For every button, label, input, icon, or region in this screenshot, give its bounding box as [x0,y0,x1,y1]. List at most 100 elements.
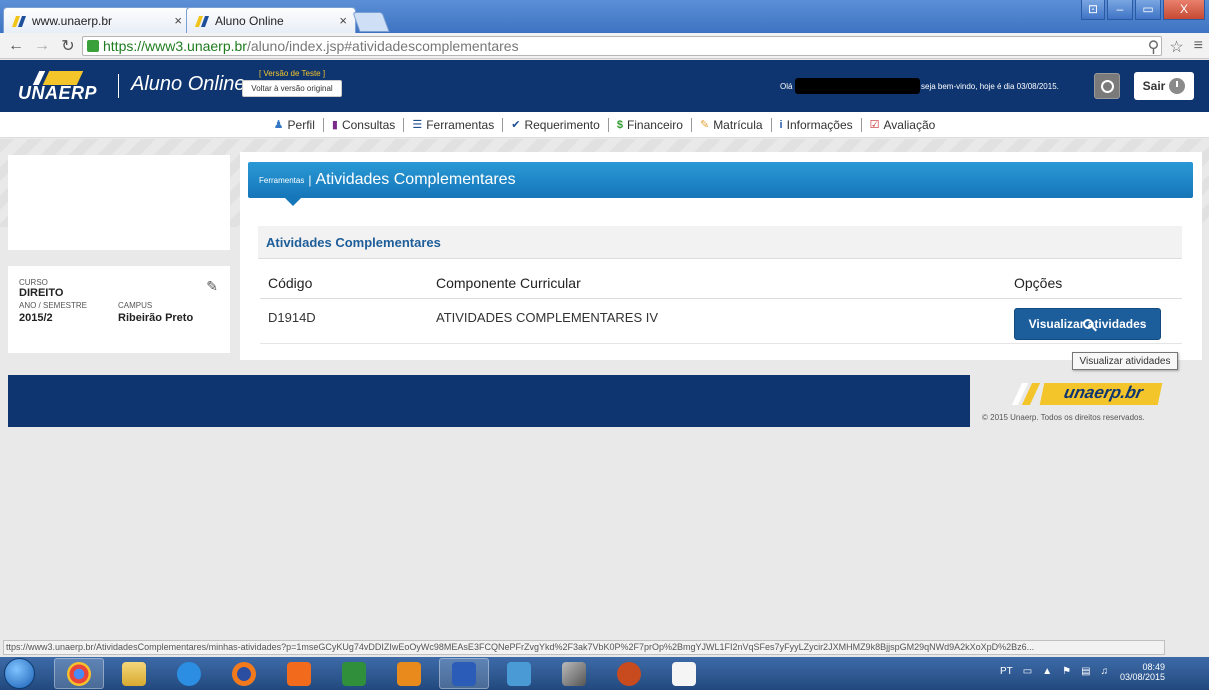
network-icon[interactable]: ▤ [1081,666,1090,677]
check-square-icon: ☑ [869,119,880,131]
page-title: Atividades Complementares [315,171,516,188]
tray-expand-icon[interactable]: ▲ [1042,666,1052,677]
close-window-icon[interactable]: X [1163,0,1205,20]
menu-item-ferramentas[interactable]: ☰ Ferramentas [404,118,502,132]
document-taskbar-icon[interactable] [659,658,709,689]
language-indicator[interactable]: PT [1000,666,1013,677]
browser-tab-unaerp[interactable]: www.unaerp.br × [3,7,191,33]
view-activities-label: Visualizar atividades [1028,317,1147,331]
title-arrow [285,198,301,206]
menu-label: Perfil [287,117,315,132]
lync-taskbar-icon[interactable] [494,658,544,689]
url-path: /aluno/index.jsp#atividadescomplementare… [246,38,519,54]
power-icon [1169,78,1186,94]
info-icon [1101,80,1114,93]
footer-logo-text: unaerp.br [1039,383,1163,405]
internet-explorer-taskbar-icon[interactable] [164,658,214,689]
section-heading: Atividades Complementares [258,226,1182,259]
edit-icon: ✎ [699,119,710,131]
info-icon: i [779,118,783,131]
minimize-icon[interactable]: – [1107,0,1133,20]
column-header-options: Opções [1014,275,1063,291]
user-icon[interactable]: ⊡ [1081,0,1105,20]
new-tab-button[interactable] [352,12,390,32]
clock[interactable]: 08:49 03/08/2015 [1120,662,1165,682]
breadcrumb-separator: | [308,173,312,187]
start-button[interactable] [4,658,35,689]
browser-tab-aluno-online[interactable]: Aluno Online × [186,7,356,33]
menu-item-perfil[interactable]: ♟ Perfil [266,118,323,132]
lock-icon [87,40,99,52]
welcome-text: seja bem-vindo, hoje é dia 03/08/2015. [921,82,1059,91]
bookmark-star-icon[interactable]: ☆ [1169,37,1183,57]
reload-icon[interactable]: ↻ [58,36,78,56]
redacted-username [795,78,920,94]
greeting: Olá [780,82,793,91]
status-url: ttps://www3.unaerp.br/AtividadesCompleme… [3,640,1165,655]
chrome-taskbar-icon[interactable] [54,658,104,689]
tooltip: Visualizar atividades [1072,352,1178,370]
menu-label: Requerimento [524,117,600,132]
back-arrow-icon[interactable]: ← [6,37,26,55]
extension-icon[interactable]: ⚲ [1148,37,1160,57]
tab-title: www.unaerp.br [32,13,113,28]
menu-icon[interactable]: ≡ [1194,37,1203,57]
user-icon: ♟ [273,119,284,131]
file-explorer-taskbar-icon[interactable] [109,658,159,689]
window-controls: ⊡ – ▭ X [1081,0,1205,20]
back-to-original-button[interactable]: Voltar à versão original [242,80,342,97]
main-menu: ♟ Perfil ▮ Consultas ☰ Ferramentas ✔ Requeri… [0,112,1209,138]
folder-icon: ▮ [331,119,338,131]
student-info-card: ✎ CURSO DIREITO ANO / SEMESTRE CAMPUS 20… [8,266,230,353]
menu-label: Matrícula [713,117,763,132]
word-taskbar-icon[interactable] [439,658,489,689]
flag-icon[interactable]: ⚑ [1062,666,1071,677]
address-bar[interactable]: https://www3.unaerp.br /aluno/index.jsp#… [82,36,1162,56]
test-version-label: [ Versão de Teste ] [258,69,326,78]
copyright: © 2015 Unaerp. Todos os direitos reserva… [982,413,1145,422]
footer-logo[interactable]: unaerp.br [1011,380,1163,406]
tab-title: Aluno Online [215,13,284,28]
tools-taskbar-icon[interactable] [549,658,599,689]
activities-panel: Ferramentas | Atividades Complementares … [240,152,1202,360]
publisher-taskbar-icon[interactable] [329,658,379,689]
logout-button[interactable]: Sair [1134,72,1194,100]
url-host: https://www3.unaerp.br [103,38,247,54]
row-component: ATIVIDADES COMPLEMENTARES IV [436,310,659,325]
pencil-icon[interactable]: ✎ [206,278,218,295]
close-tab-icon[interactable]: × [339,13,347,28]
unaerp-logo[interactable]: UNAERP [18,71,106,103]
menu-item-informacoes[interactable]: i Informações [772,118,861,132]
menu-item-consultas[interactable]: ▮ Consultas [324,118,403,132]
close-tab-icon[interactable]: × [174,13,182,28]
dollar-icon: $ [616,118,623,131]
forward-arrow-icon[interactable]: → [32,37,52,55]
app-taskbar-icon[interactable] [604,658,654,689]
unaerp-favicon-icon [195,15,211,27]
menu-item-financeiro[interactable]: $ Financeiro [609,118,691,132]
info-button[interactable] [1094,73,1120,99]
year-label: ANO / SEMESTRE [19,301,88,310]
firefox-taskbar-icon[interactable] [219,658,269,689]
menu-item-requerimento[interactable]: ✔ Requerimento [503,118,608,132]
year-value: 2015/2 [19,312,53,324]
logo-text: UNAERP [18,83,98,103]
player-taskbar-icon[interactable] [274,658,324,689]
outlook-taskbar-icon[interactable] [384,658,434,689]
menu-item-avaliacao[interactable]: ☑ Avaliação [862,118,944,132]
campus-value: Ribeirão Preto [118,312,194,324]
campus-label: CAMPUS [118,301,153,310]
course-label: CURSO [19,278,48,287]
table-row: D1914D ATIVIDADES COMPLEMENTARES IV Visu… [260,302,1182,344]
maximize-icon[interactable]: ▭ [1135,0,1161,20]
menu-item-matricula[interactable]: ✎ Matrícula [692,118,771,132]
menu-label: Avaliação [883,117,936,132]
footer-bar [8,375,970,427]
menu-label: Ferramentas [426,117,495,132]
breadcrumb[interactable]: Ferramentas [259,176,304,185]
profile-photo-card [8,155,230,250]
view-activities-button[interactable]: Visualizar atividades [1014,308,1161,340]
keyboard-icon[interactable]: ▭ [1023,666,1032,677]
volume-icon[interactable]: ♫ [1101,666,1109,677]
browser-toolbar: ← → ↻ https://www3.unaerp.br /aluno/inde… [0,33,1209,59]
